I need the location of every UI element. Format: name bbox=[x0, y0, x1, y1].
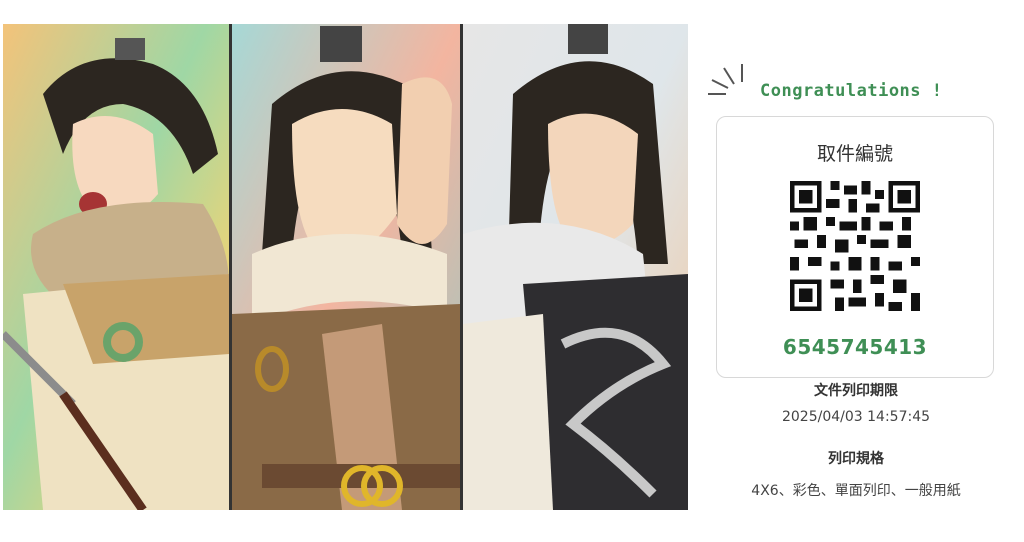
qr-code-icon bbox=[790, 181, 920, 311]
deadline-value: 2025/04/03 14:57:45 bbox=[781, 409, 931, 425]
warrior-illustration-2 bbox=[232, 24, 460, 510]
congratulations-text: Congratulations ! bbox=[760, 81, 943, 101]
pickup-number: 6545745413 bbox=[782, 335, 928, 359]
print-ticket-panel: Congratulations ! 取件編號 6545745413 文件列印期限… bbox=[688, 24, 1024, 510]
deadline-label: 文件列印期限 bbox=[814, 383, 898, 399]
spec-label: 列印規格 bbox=[828, 451, 884, 467]
artwork-panel-2 bbox=[232, 24, 463, 510]
artwork-panel-1 bbox=[3, 24, 232, 510]
spec-value: 4X6、彩色、單面列印、一般用紙 bbox=[751, 483, 961, 499]
warrior-illustration-3 bbox=[463, 24, 688, 510]
artwork-strip bbox=[3, 24, 688, 510]
warrior-illustration-1 bbox=[3, 24, 229, 510]
sparkle-lines-icon bbox=[708, 64, 743, 95]
artwork-panel-3 bbox=[463, 24, 688, 510]
pickup-card: 取件編號 6545745413 bbox=[716, 116, 994, 378]
pickup-title: 取件編號 bbox=[816, 143, 893, 165]
